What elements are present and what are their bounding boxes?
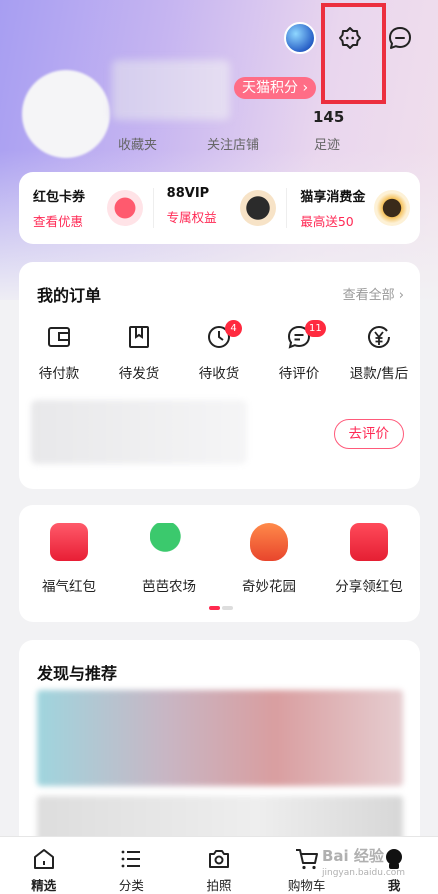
tab-label: 我 [387,878,401,893]
recommendation-image-blurred[interactable] [37,690,403,786]
order-label: 待评价 [278,366,320,382]
footprint-label[interactable]: 足迹 [314,134,340,153]
service-label: 芭芭农场 [142,579,196,595]
username-blurred [112,60,230,120]
service-lucky-red-packet[interactable]: 福气红包 [19,523,119,595]
wallet-icon [48,327,70,347]
services-pager [209,606,233,610]
service-share-red-packet[interactable]: 分享领红包 [319,523,419,595]
order-label: 待付款 [38,366,80,382]
vip-badge-icon[interactable] [284,22,316,54]
package-icon [129,326,149,348]
order-pending-review[interactable]: 11 待评价 [259,320,339,382]
message-icon[interactable] [384,22,416,54]
order-label: 待收货 [198,366,240,382]
red-packet-icon [50,523,88,561]
orders-title: 我的订单 [37,286,102,305]
home-icon [33,849,54,869]
order-refund-aftersale[interactable]: 退款/售后 [339,324,419,382]
cart-icon [295,849,318,870]
go-review-button[interactable]: 去评价 [333,419,404,449]
pending-receipt-badge: 4 [225,320,242,337]
settings-highlight-box [321,3,386,104]
refund-icon [368,326,390,348]
red-envelope-icon [106,190,143,226]
service-label: 福气红包 [42,579,96,595]
yuan-red-packet-icon [350,523,388,561]
benefit-88vip[interactable]: 88VIP 专属权益 [152,172,287,244]
tab-camera[interactable]: 拍照 [175,837,263,894]
order-pending-receipt[interactable]: 4 待收货 [179,320,259,382]
tab-label: 购物车 [287,878,326,893]
cat-coin-icon [374,190,411,226]
orders-card: 我的订单 查看全部 › 待付款 待发货 4 待收货 11 待评价 退款/售后 去… [19,262,420,489]
profile-icon [386,849,403,869]
benefit-coupons[interactable]: 红包卡券 查看优惠 [19,172,153,244]
services-card: 福气红包 芭芭农场 奇妙花园 分享领红包 [19,505,420,622]
tab-home[interactable]: 精选 [0,837,88,894]
order-pending-shipment[interactable]: 待发货 [99,324,179,382]
see-all-orders-link[interactable]: 查看全部 › [343,284,404,303]
order-status-row: 待付款 待发货 4 待收货 11 待评价 退款/售后 [19,320,420,382]
tab-cart[interactable]: 购物车 [263,837,351,894]
tab-label: 分类 [118,878,144,893]
service-label: 奇妙花园 [242,579,296,595]
camera-icon [208,850,229,868]
tmall-points-tag[interactable]: 天猫积分 › [234,77,317,99]
tab-me[interactable]: 我 [350,837,438,894]
order-pending-payment[interactable]: 待付款 [19,324,99,382]
bottom-tab-bar: 精选 分类 拍照 购物车 我 [0,836,438,894]
service-label: 分享领红包 [335,579,403,595]
tulip-icon [250,523,288,561]
farm-tree-icon [150,523,188,561]
followed-shops-label[interactable]: 关注店铺 [207,134,259,153]
avatar[interactable] [22,70,110,158]
benefit-cat-coin[interactable]: 猫享消费金 最高送50 [286,172,420,244]
benefits-card: 红包卡券 查看优惠 88VIP 专属权益 猫享消费金 最高送50 [19,172,420,244]
order-label: 退款/售后 [349,366,409,382]
tab-category[interactable]: 分类 [88,837,176,894]
footprint-count: 145 [313,108,345,126]
pending-review-badge: 11 [305,320,326,337]
list-icon [121,850,141,868]
service-magic-garden[interactable]: 奇妙花园 [219,523,319,595]
tab-label: 拍照 [206,878,232,893]
discover-title: 发现与推荐 [37,664,118,683]
service-baba-farm[interactable]: 芭芭农场 [119,523,219,595]
tab-label: 精选 [31,878,57,893]
pending-review-product-blurred[interactable] [31,400,247,464]
order-label: 待发货 [118,366,160,382]
services-row: 福气红包 芭芭农场 奇妙花园 分享领红包 [19,523,420,595]
favorites-label[interactable]: 收藏夹 [118,134,157,153]
